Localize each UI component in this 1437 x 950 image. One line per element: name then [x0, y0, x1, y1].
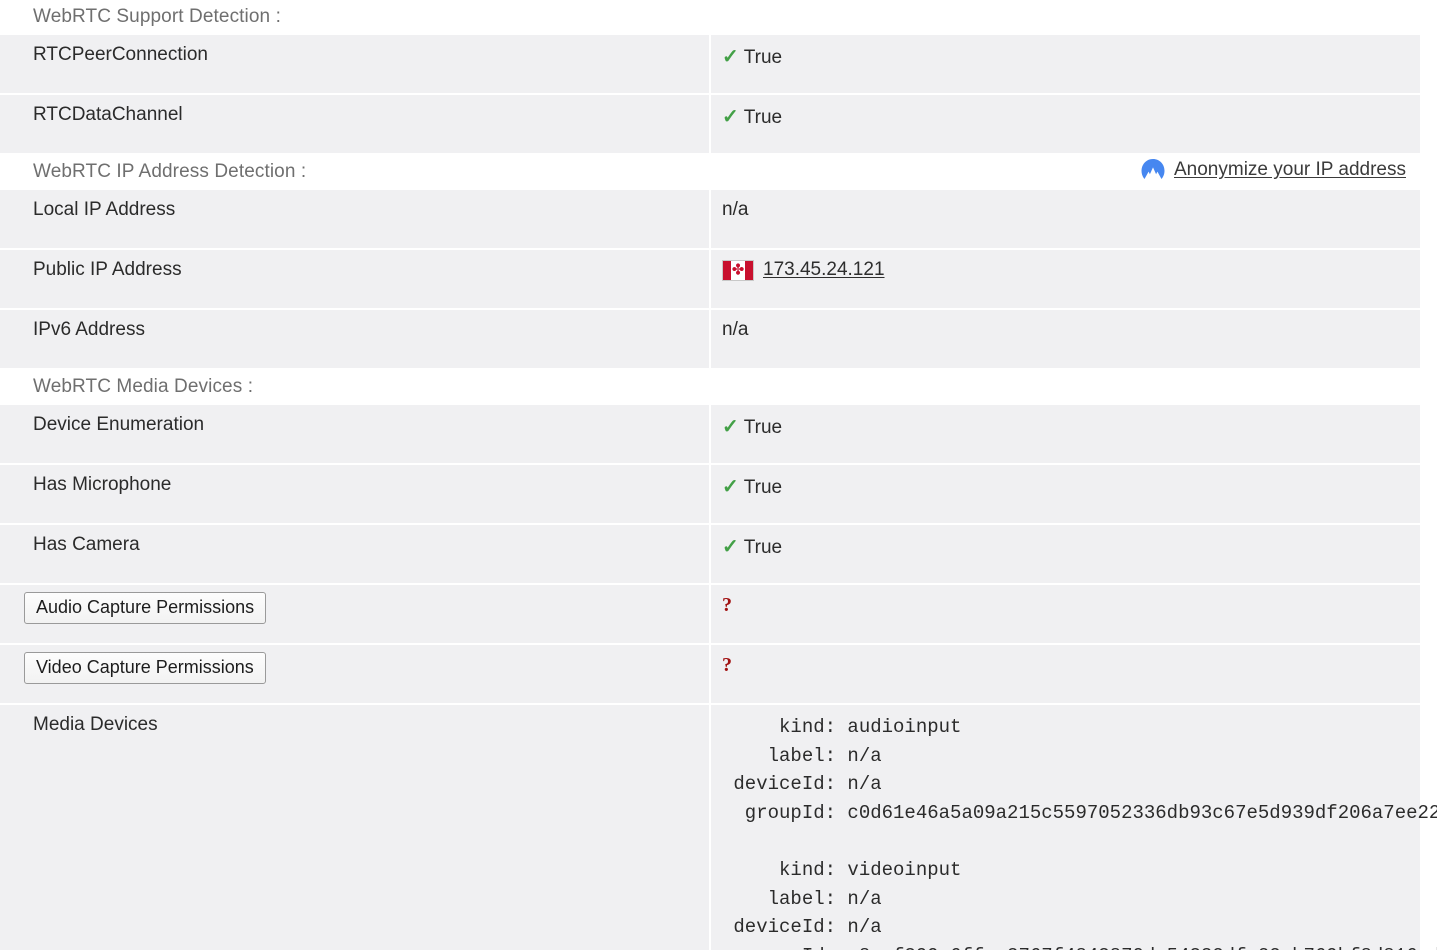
- row-label-rtcpeerconnection: RTCPeerConnection: [0, 35, 711, 95]
- row-value-has-camera: ✓ True: [710, 524, 1420, 585]
- row-label-ipv6: IPv6 Address: [0, 309, 711, 370]
- webrtc-results-table: WebRTC Support Detection : RTCPeerConnec…: [0, 0, 1437, 950]
- has-microphone-value-text: True: [743, 477, 783, 498]
- public-ip-link[interactable]: 173.45.24.121: [763, 259, 885, 281]
- row-value-device-enumeration: ✓ True: [710, 405, 1420, 465]
- device-enumeration-value-text: True: [743, 417, 783, 438]
- check-icon: ✓: [722, 536, 739, 558]
- row-label-local-ip: Local IP Address: [0, 190, 711, 250]
- section-title-support: WebRTC Support Detection :: [33, 6, 281, 27]
- row-value-rtcpeerconnection: ✓ True: [710, 35, 1420, 95]
- rtcdatachannel-value-text: True: [743, 107, 783, 128]
- table-row-ipv6: IPv6 Address n/a: [0, 309, 1420, 370]
- video-capture-permissions-cell: Video Capture Permissions: [0, 644, 711, 705]
- maple-leaf-glyph: ✤: [731, 261, 745, 279]
- table-row-has-camera: Has Camera ✓ True: [0, 524, 1420, 585]
- row-value-local-ip: n/a: [710, 190, 1420, 250]
- audio-capture-permissions-cell: Audio Capture Permissions: [0, 584, 711, 645]
- row-value-rtcdatachannel: ✓ True: [710, 94, 1420, 155]
- rtcpeerconnection-value-text: True: [743, 47, 783, 68]
- row-label-rtcdatachannel: RTCDataChannel: [0, 94, 711, 155]
- row-value-video-permission: ?: [710, 644, 1420, 705]
- video-capture-permissions-button[interactable]: Video Capture Permissions: [24, 652, 266, 684]
- table-row-media-devices: Media Devices kind: audioinput label: n/…: [0, 704, 1437, 950]
- canada-flag-icon: ✤: [722, 259, 754, 281]
- nordvpn-logo-icon: [1141, 159, 1165, 179]
- table-row-public-ip: Public IP Address ✤ 173.45.24.121: [0, 249, 1420, 310]
- row-value-public-ip: ✤ 173.45.24.121: [710, 249, 1420, 310]
- row-value-audio-permission: ?: [710, 584, 1420, 645]
- row-label-has-microphone: Has Microphone: [0, 464, 711, 525]
- anonymize-ip-link-group[interactable]: Anonymize your IP address: [1139, 157, 1406, 183]
- table-row-has-microphone: Has Microphone ✓ True: [0, 464, 1420, 525]
- table-row-video-capture-permissions: Video Capture Permissions ?: [0, 644, 1420, 705]
- question-mark-icon: ?: [722, 594, 732, 616]
- section-header-media: WebRTC Media Devices :: [0, 369, 1420, 405]
- media-devices-listing: kind: audioinput label: n/a deviceId: n/…: [710, 704, 1437, 950]
- table-row-rtcdatachannel: RTCDataChannel ✓ True: [0, 94, 1420, 155]
- section-header-support: WebRTC Support Detection :: [0, 0, 1420, 35]
- row-label-device-enumeration: Device Enumeration: [0, 405, 711, 465]
- section-title-media: WebRTC Media Devices :: [33, 376, 254, 397]
- row-label-public-ip: Public IP Address: [0, 249, 711, 310]
- row-value-has-microphone: ✓ True: [710, 464, 1420, 525]
- row-label-has-camera: Has Camera: [0, 524, 711, 585]
- check-icon: ✓: [722, 476, 739, 498]
- section-title-ip: WebRTC IP Address Detection :: [33, 161, 307, 182]
- anonymize-ip-link-label[interactable]: Anonymize your IP address: [1174, 159, 1406, 181]
- question-mark-icon: ?: [722, 654, 732, 676]
- check-icon: ✓: [722, 46, 739, 68]
- table-row-rtcpeerconnection: RTCPeerConnection ✓ True: [0, 35, 1420, 95]
- row-value-ipv6: n/a: [710, 309, 1420, 370]
- check-icon: ✓: [722, 416, 739, 438]
- check-icon: ✓: [722, 106, 739, 128]
- table-row-device-enumeration: Device Enumeration ✓ True: [0, 405, 1420, 465]
- section-header-ip: WebRTC IP Address Detection : Anonymize …: [0, 154, 1420, 190]
- has-camera-value-text: True: [743, 537, 783, 558]
- audio-capture-permissions-button[interactable]: Audio Capture Permissions: [24, 592, 267, 624]
- webrtc-leak-test-page: WebRTC Support Detection : RTCPeerConnec…: [0, 0, 1437, 950]
- row-label-media-devices: Media Devices: [0, 704, 711, 950]
- table-row-audio-capture-permissions: Audio Capture Permissions ?: [0, 584, 1420, 645]
- table-row-local-ip: Local IP Address n/a: [0, 190, 1420, 250]
